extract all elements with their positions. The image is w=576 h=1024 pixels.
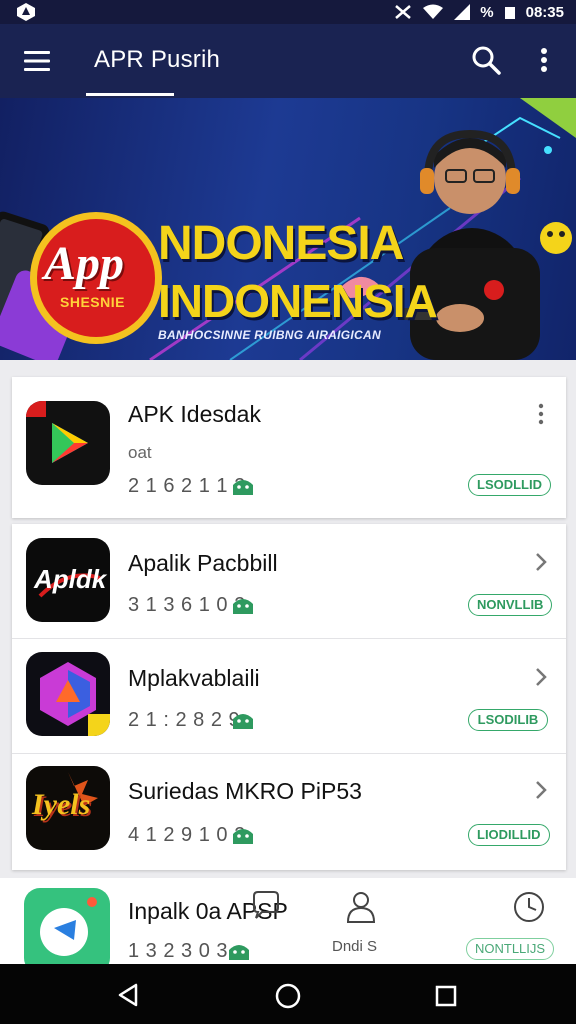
user-icon[interactable]: [344, 890, 378, 924]
install-pill[interactable]: LSODILIB: [468, 709, 548, 731]
home-icon[interactable]: [274, 982, 302, 1010]
android-icon: [229, 945, 249, 960]
battery-percent: %: [480, 3, 494, 21]
clock: 08:35: [525, 3, 564, 21]
aplik-logo-text: Apldk: [34, 564, 107, 594]
android-icon: [233, 829, 253, 844]
chat-icon[interactable]: [250, 890, 282, 920]
more-options-icon[interactable]: [536, 401, 546, 427]
status-bar: % 08:35: [0, 0, 576, 24]
app-name: Mplakvablaili: [128, 665, 260, 691]
recents-icon[interactable]: [434, 984, 458, 1008]
app-stats: 3 1 3 6 1 0 2: [128, 594, 246, 616]
featured-app-card[interactable]: APK Idesdak oat 2 1 6 2 1 1 2 LSODLLID: [12, 377, 566, 518]
app-icon-partial[interactable]: [24, 888, 110, 974]
play-store-app-icon: [26, 401, 110, 485]
back-icon[interactable]: [116, 982, 142, 1008]
app-bar: APR Pusrih: [0, 24, 576, 98]
menu-icon[interactable]: [22, 48, 52, 74]
banner-tagline: BANHOCSINNE RUIBNG AIRAIGICAN: [158, 328, 381, 342]
chevron-right-icon[interactable]: [532, 550, 550, 574]
wifi-icon: [423, 4, 444, 19]
list-item[interactable]: Mplakvablaili 2 1 : 2 8 2 9 LSODILIB: [12, 639, 566, 754]
app-name: Suriedas MKRO PiP53: [128, 778, 362, 804]
nav-label: Dndi S: [332, 938, 378, 955]
android-icon: [233, 714, 253, 729]
app-name: Apalik Pacbbill: [128, 550, 278, 576]
install-pill[interactable]: NONVLLIB: [468, 594, 553, 616]
app-list: Apldk Apalik Pacbbill 3 1 3 6 1 0 2 NONV…: [12, 524, 566, 870]
cell-icon: [454, 4, 471, 20]
app-notification-icon: [17, 3, 35, 21]
game-app-icon: [26, 652, 110, 736]
app-stats: 2 1 6 2 1 1 2: [128, 475, 246, 497]
nav-pill[interactable]: NONTLLIJS: [466, 938, 555, 960]
app-stats: 1 3 2 3 0 3: [128, 940, 229, 962]
active-tab-indicator: [86, 93, 174, 96]
search-icon[interactable]: [470, 44, 502, 76]
clock-icon[interactable]: [512, 890, 546, 924]
app-title: APR Pusrih: [94, 46, 221, 73]
signal-icon: [395, 5, 412, 19]
android-icon: [233, 480, 253, 495]
app-name: APK Idesdak: [128, 401, 261, 427]
bottom-row: Inpalk 0a APSP 1 3 2 3 0 3 Dndi S NONTLL…: [0, 878, 576, 974]
banner-headline: NDONESIA: [158, 217, 404, 270]
banner-badge-title: App: [44, 237, 125, 290]
app-stats: 4 1 2 9 1 0 2: [128, 824, 246, 846]
list-item[interactable]: Iyels Suriedas MKRO PiP53 4 1 2 9 1 0 2 …: [12, 754, 566, 870]
aplik-app-icon: Apldk: [26, 538, 110, 622]
more-vert-icon[interactable]: [532, 44, 556, 76]
system-nav-bar: [0, 964, 576, 1024]
android-icon: [233, 599, 253, 614]
game-logo-app-icon: Iyels: [26, 766, 110, 850]
chevron-right-icon[interactable]: [532, 778, 550, 802]
game-logo-text: Iyels: [32, 788, 91, 821]
banner-badge-subtitle: SHESNIE: [60, 294, 125, 310]
list-item[interactable]: Apldk Apalik Pacbbill 3 1 3 6 1 0 2 NONV…: [12, 524, 566, 639]
install-pill[interactable]: LIODILLID: [468, 824, 550, 846]
battery-icon: [504, 7, 515, 19]
app-subtitle: oat: [128, 443, 152, 462]
install-pill[interactable]: LSODLLID: [468, 474, 551, 496]
app-stats: 2 1 : 2 8 2 9: [128, 709, 241, 731]
chevron-right-icon[interactable]: [532, 665, 550, 689]
promo-banner[interactable]: App SHESNIE NDONESIA INDONENSIA BANHOCSI…: [0, 98, 576, 360]
banner-headline-secondary: INDONENSIA: [158, 275, 438, 327]
